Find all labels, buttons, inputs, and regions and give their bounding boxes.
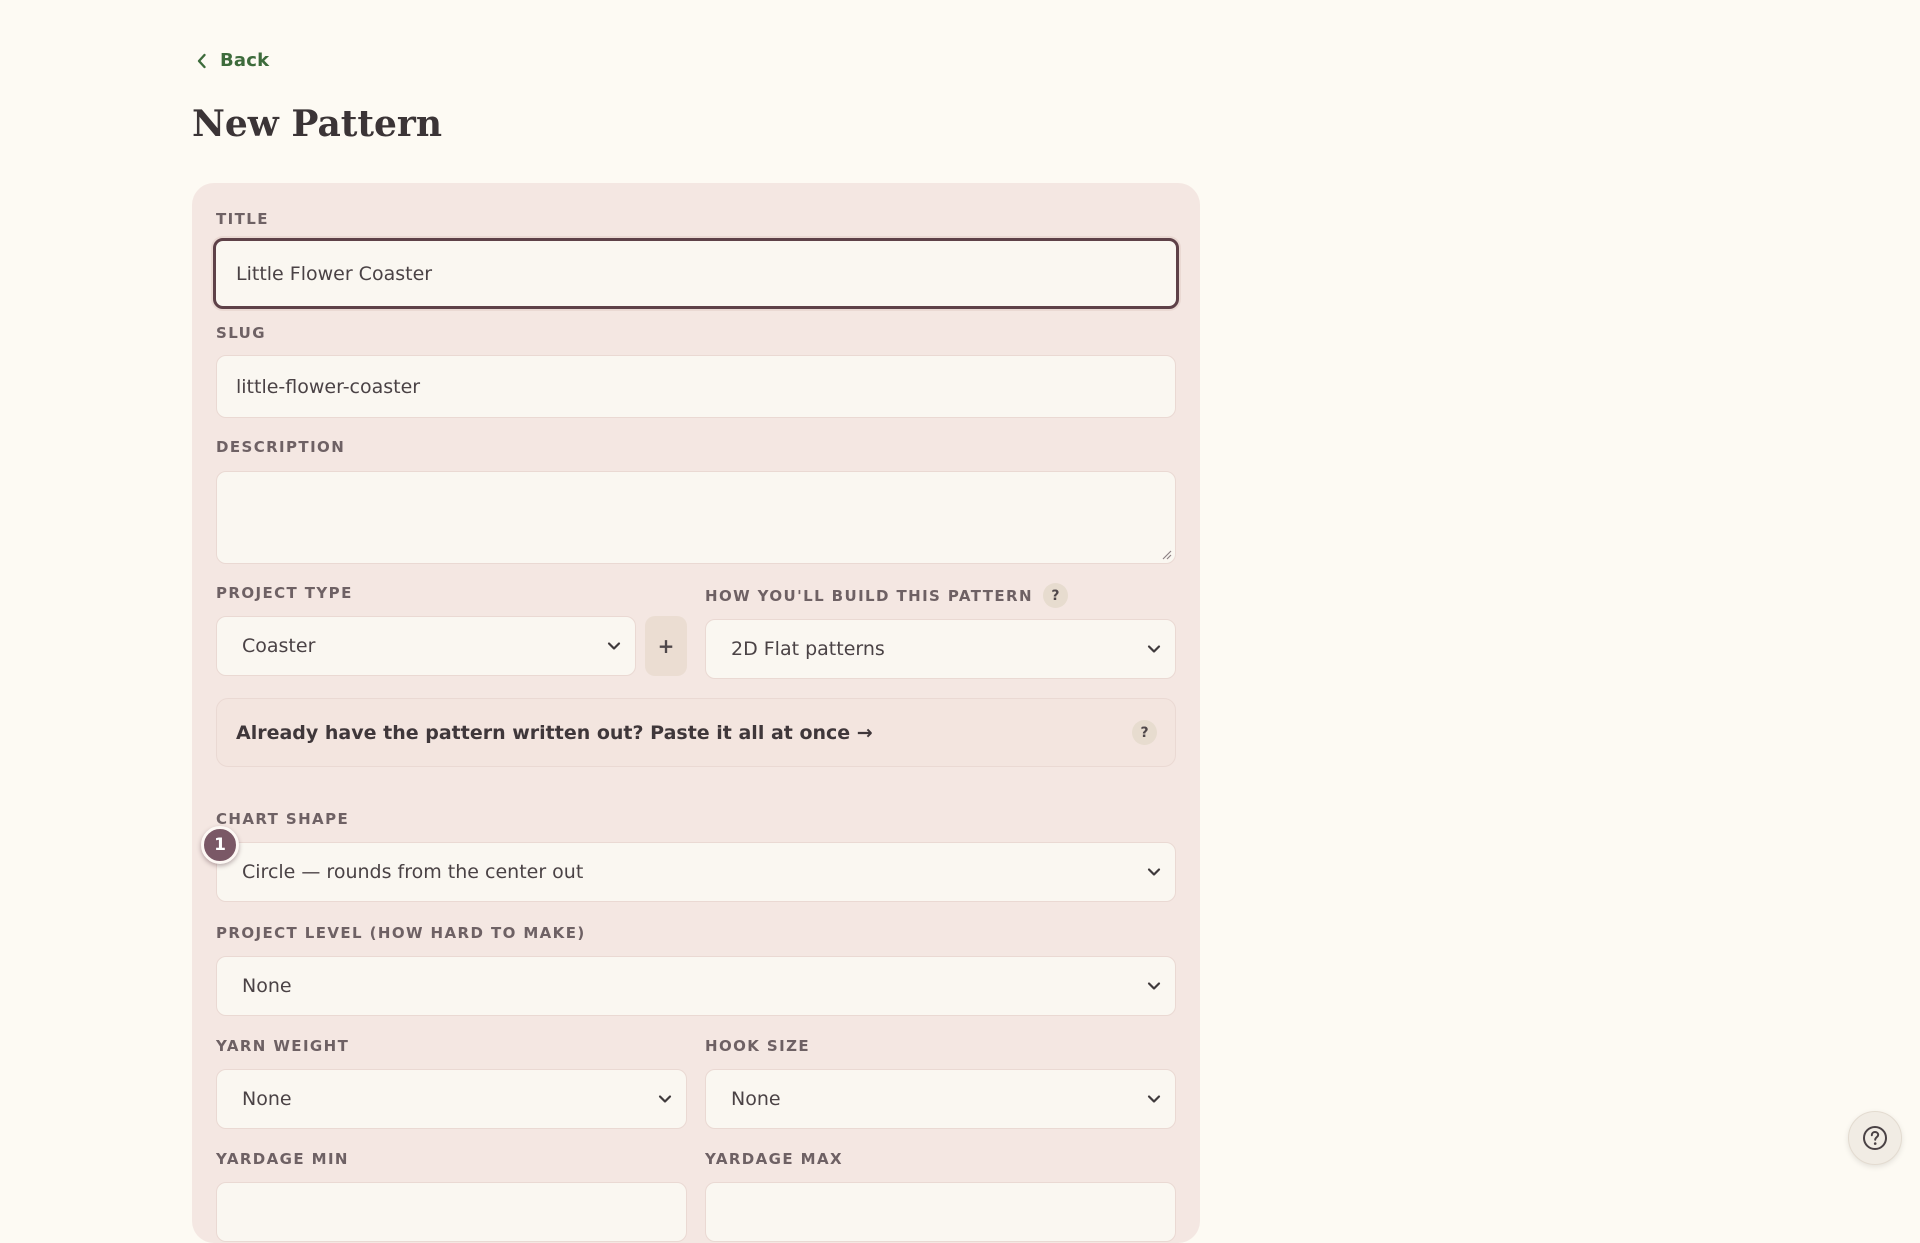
paste-help-icon[interactable]: ?	[1132, 720, 1157, 745]
chevron-down-icon	[1147, 1095, 1161, 1103]
chart-shape-label: CHART SHAPE	[216, 810, 350, 828]
title-label: TITLE	[216, 210, 269, 228]
hook-size-label: HOOK SIZE	[705, 1037, 811, 1055]
slug-input[interactable]: little-flower-coaster	[216, 355, 1176, 418]
chevron-down-icon	[1147, 645, 1161, 653]
yarn-weight-select[interactable]: None	[216, 1069, 687, 1129]
project-type-label: PROJECT TYPE	[216, 584, 353, 602]
chart-shape-value: Circle — rounds from the center out	[242, 861, 584, 883]
yardage-min-label: YARDAGE MIN	[216, 1150, 349, 1168]
build-method-label: HOW YOU'LL BUILD THIS PATTERN ?	[705, 583, 1068, 608]
resize-grip-icon[interactable]	[1162, 550, 1172, 560]
question-circle-icon	[1863, 1126, 1887, 1150]
build-method-label-text: HOW YOU'LL BUILD THIS PATTERN	[705, 586, 1033, 605]
hook-size-select[interactable]: None	[705, 1069, 1176, 1129]
step-badge: 1	[201, 826, 239, 864]
chevron-down-icon	[607, 642, 621, 650]
title-value: Little Flower Coaster	[236, 262, 433, 285]
paste-pattern-banner[interactable]: Already have the pattern written out? Pa…	[216, 698, 1176, 767]
chevron-left-icon	[197, 53, 206, 68]
build-method-value: 2D Flat patterns	[731, 638, 885, 660]
yarn-weight-label: YARN WEIGHT	[216, 1037, 350, 1055]
slug-value: little-flower-coaster	[236, 375, 421, 398]
help-fab-button[interactable]	[1848, 1111, 1902, 1165]
add-project-type-button[interactable]: +	[645, 616, 687, 676]
slug-label: SLUG	[216, 324, 266, 342]
build-method-help-icon[interactable]: ?	[1042, 583, 1068, 608]
yardage-min-input[interactable]	[216, 1182, 687, 1242]
project-level-value: None	[242, 975, 292, 997]
back-link[interactable]: Back	[196, 50, 269, 71]
project-type-value: Coaster	[242, 635, 316, 657]
back-label: Back	[220, 50, 270, 71]
title-input[interactable]: Little Flower Coaster	[213, 238, 1179, 309]
project-level-label: PROJECT LEVEL (HOW HARD TO MAKE)	[216, 924, 586, 942]
chevron-down-icon	[1147, 868, 1161, 876]
chart-shape-select[interactable]: Circle — rounds from the center out	[216, 842, 1176, 902]
project-type-select[interactable]: Coaster	[216, 616, 636, 676]
project-level-select[interactable]: None	[216, 956, 1176, 1016]
yarn-weight-value: None	[242, 1088, 292, 1110]
yardage-max-input[interactable]	[705, 1182, 1176, 1242]
chevron-down-icon	[1147, 982, 1161, 990]
description-textarea[interactable]	[216, 471, 1176, 564]
description-label: DESCRIPTION	[216, 438, 346, 456]
chevron-down-icon	[658, 1095, 672, 1103]
yardage-max-label: YARDAGE MAX	[705, 1150, 843, 1168]
build-method-select[interactable]: 2D Flat patterns	[705, 619, 1176, 679]
page-title: New Pattern	[192, 103, 443, 145]
paste-pattern-link[interactable]: Already have the pattern written out? Pa…	[236, 722, 873, 744]
hook-size-value: None	[731, 1088, 781, 1110]
